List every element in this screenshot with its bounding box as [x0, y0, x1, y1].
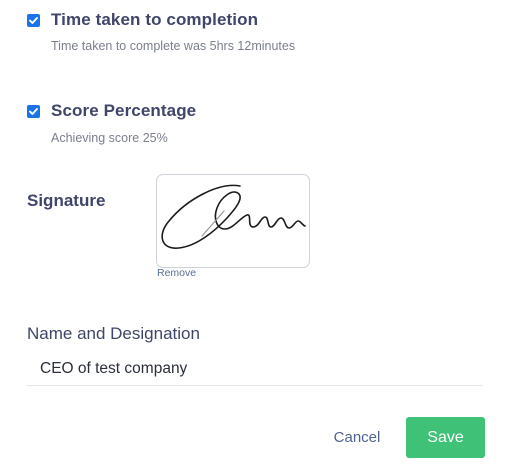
remove-signature-link[interactable]: Remove [157, 267, 196, 279]
score-percentage-helper: Achieving score 25% [51, 131, 168, 145]
time-taken-helper: Time taken to complete was 5hrs 12minute… [51, 39, 296, 53]
check-icon [29, 107, 38, 115]
certificate-options-form: Time taken to completion Time taken to c… [0, 0, 515, 466]
time-taken-label: Time taken to completion [51, 10, 259, 29]
name-designation-input[interactable] [27, 352, 483, 386]
signature-pad[interactable] [156, 174, 310, 268]
name-designation-label: Name and Designation [27, 324, 200, 343]
score-percentage-checkbox[interactable] [27, 104, 40, 118]
check-icon [29, 16, 38, 24]
save-button[interactable]: Save [406, 417, 485, 458]
option-score-percentage: Score Percentage [27, 101, 196, 121]
cancel-button[interactable]: Cancel [320, 418, 394, 456]
signature-drawing [161, 184, 306, 249]
signature-label: Signature [27, 191, 106, 210]
score-percentage-label: Score Percentage [51, 101, 197, 120]
option-time-taken: Time taken to completion [27, 10, 258, 30]
time-taken-checkbox[interactable] [27, 13, 40, 27]
